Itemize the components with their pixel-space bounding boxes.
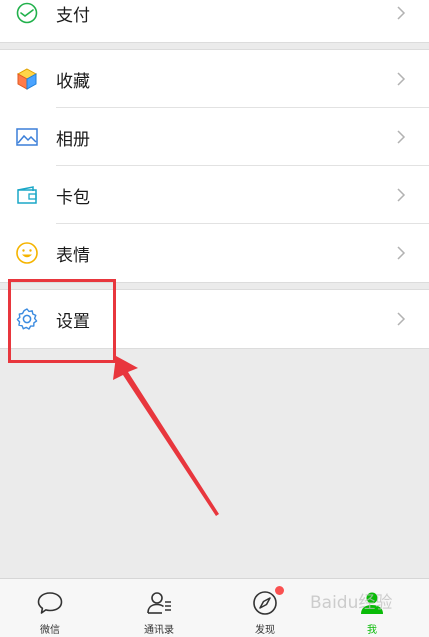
notification-badge [275,586,284,595]
compass-icon [253,591,277,615]
chat-bubble-icon [37,592,63,614]
tab-discover[interactable]: 发现 [230,579,300,637]
baidu-watermark: Baidu经验 [310,593,393,613]
tab-contacts[interactable]: 通讯录 [124,579,194,637]
tab-label-me: 我 [367,625,377,636]
tab-label-chats: 微信 [40,625,60,636]
contacts-icon [147,592,171,614]
tab-label-contacts: 通讯录 [144,625,174,636]
tab-chats[interactable]: 微信 [15,579,85,637]
annotation-arrow [113,356,219,516]
tab-label-discover: 发现 [255,625,275,636]
